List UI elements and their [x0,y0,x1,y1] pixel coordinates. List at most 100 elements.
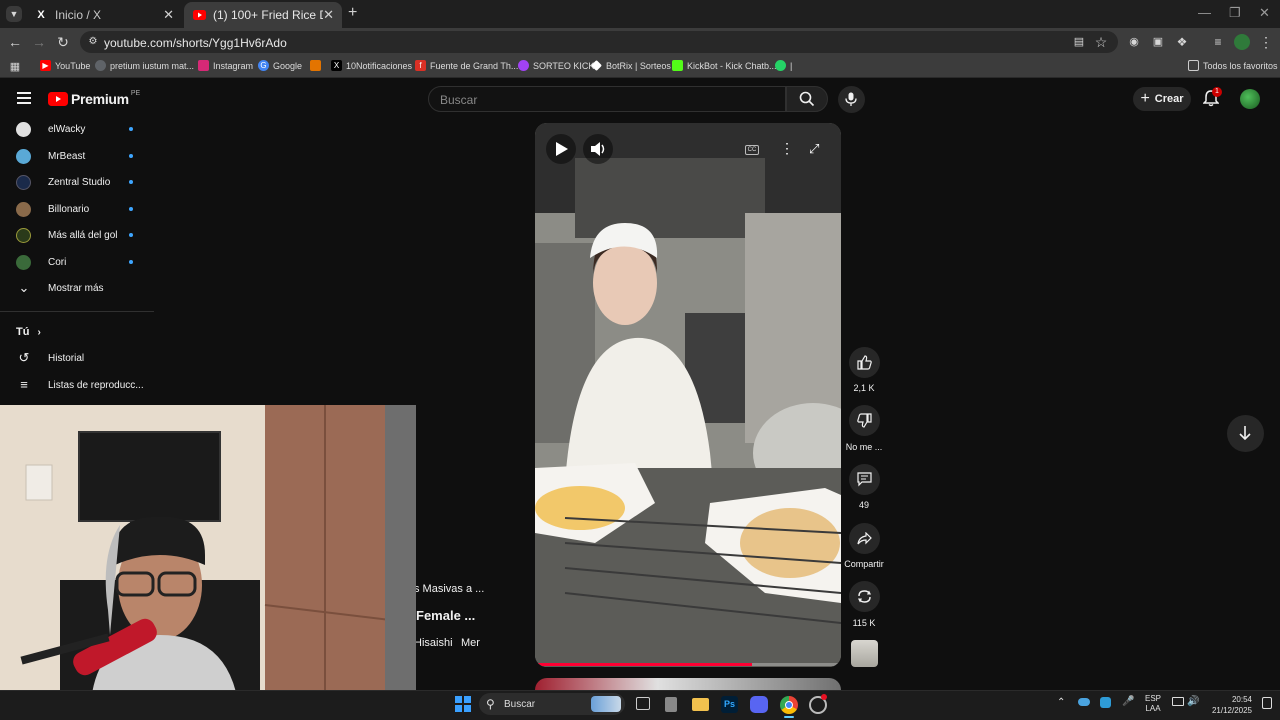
subscription-item[interactable]: Billonario [16,199,89,219]
tab-search-chevron-icon[interactable]: ▼ [6,6,22,22]
discord-icon[interactable] [750,696,768,713]
youtube-premium-logo[interactable]: Premium PE [48,90,140,107]
new-content-dot [129,207,133,211]
search-button[interactable] [786,86,828,112]
subscription-item[interactable]: Zentral Studio [16,172,110,192]
captions-icon[interactable]: CC [745,145,759,155]
microphone-tray-icon[interactable]: 🎤 [1122,696,1134,707]
app-icon[interactable] [665,697,677,712]
share-button[interactable] [849,523,880,554]
channel-avatar [16,201,31,217]
back-icon[interactable]: ← [7,34,23,50]
next-short-button[interactable] [1227,415,1264,452]
subscription-item[interactable]: Cori [16,252,66,272]
volume-icon [591,142,605,156]
like-button[interactable] [849,347,880,378]
reload-icon[interactable]: ↻ [55,34,71,50]
pinwheel-icon [310,60,321,71]
bookmark-botrix[interactable]: BotRix | Sorteos [591,60,671,71]
install-app-icon[interactable]: ▤ [1071,34,1087,50]
search-input[interactable] [428,86,786,112]
chrome-icon[interactable] [780,696,798,714]
language-indicator[interactable]: ESP LAA [1145,694,1161,714]
reading-list-icon[interactable]: ≡ [1210,34,1226,50]
sorteo-icon [518,60,529,71]
clock[interactable]: 20:54 21/12/2025 [1208,694,1252,716]
subscription-item[interactable]: MrBeast [16,146,85,166]
audio-source-thumbnail[interactable] [851,640,878,667]
photoshop-icon[interactable]: Ps [721,696,738,713]
search-highlight-icon [591,696,621,712]
search-icon [799,91,815,107]
windows-start-icon[interactable] [455,696,471,712]
notifications-button[interactable]: 1 [1202,87,1222,108]
short-video-player[interactable]: CC ⋮ ⤢ [535,123,841,667]
minimize-icon[interactable]: — [1198,5,1211,20]
chrome-menu-icon[interactable]: ⋮ [1258,34,1274,50]
browser-tab-youtube[interactable]: (1) 100+ Fried Rice Daily! Watc ✕ [184,2,342,28]
subscription-item[interactable]: elWacky [16,119,85,139]
bookmark-google[interactable]: G Google [258,60,302,71]
browser-tab-x[interactable]: X Inicio / X ✕ [26,2,182,28]
profile-avatar-icon[interactable] [1234,34,1250,50]
play-button[interactable] [546,134,576,164]
bookmark-10notificaciones[interactable]: X 10Notificaciones [331,60,412,71]
background-text: Hisaishi [414,637,453,649]
fullscreen-icon[interactable]: ⤢ [809,141,819,157]
webcam-feed-image [0,405,416,720]
site-info-icon[interactable]: ⚙ [85,34,101,50]
bookmark-sorteo-kick[interactable]: SORTEO KICK [518,60,594,71]
comments-button[interactable] [849,464,880,495]
close-window-icon[interactable]: ✕ [1259,5,1270,21]
next-short-preview[interactable] [535,678,841,690]
clock-time: 20:54 [1231,695,1252,704]
file-explorer-icon[interactable] [692,698,709,711]
bookmark-star-icon[interactable]: ☆ [1093,34,1109,50]
account-avatar[interactable] [1240,89,1260,109]
bookmark-unnamed[interactable] [310,60,325,71]
voice-search-button[interactable] [838,86,865,113]
network-icon[interactable] [1172,697,1184,706]
restore-icon[interactable]: ❐ [1229,5,1241,21]
subscription-item[interactable]: Más allá del gol [16,225,117,245]
bookmark-youtube[interactable]: ▶ YouTube [40,60,90,71]
remix-icon [858,590,871,603]
show-more-button[interactable]: ⌄ Mostrar más [16,280,104,296]
sidebar-item-history[interactable]: ↺ Historial [16,350,85,366]
hamburger-menu-icon[interactable] [17,92,31,104]
onedrive-icon[interactable] [1078,698,1090,706]
channel-avatar [16,148,31,164]
show-hidden-icons[interactable]: ⌃ [1057,697,1065,708]
extensions-puzzle-icon[interactable]: ❖ [1174,34,1190,50]
notification-center-icon[interactable] [1262,697,1272,709]
volume-tray-icon[interactable]: 🔊 [1187,696,1199,707]
progress-track[interactable] [535,663,841,666]
bookmark-whatsapp[interactable]: | [775,60,792,71]
sidebar-item-playlists[interactable]: ≡ Listas de reproducc... [16,377,143,393]
close-tab-icon[interactable]: ✕ [163,7,174,23]
create-button[interactable]: + Crear [1133,87,1191,111]
youtube-icon: ▶ [40,60,51,71]
search-icon: ⚲ [486,697,495,711]
remix-button[interactable] [849,581,880,612]
background-text: Female ... [416,608,476,623]
bookmark-instagram[interactable]: Instagram [198,60,253,71]
apps-grid-icon[interactable]: ▦ [7,59,23,75]
close-tab-icon[interactable]: ✕ [323,7,334,23]
background-text: Mer [461,637,480,649]
you-section-header[interactable]: Tú › [16,326,41,338]
new-tab-icon[interactable]: + [348,4,357,22]
task-view-icon[interactable] [636,697,650,710]
dislike-button[interactable] [849,405,880,436]
url-text[interactable]: youtube.com/shorts/Ygg1Hv6rAdo [104,36,287,50]
mute-button[interactable] [583,134,613,164]
all-bookmarks[interactable]: Todos los favoritos [1188,60,1278,71]
bookmark-pretium[interactable]: pretium iustum mat... [95,60,194,71]
forward-icon[interactable]: → [31,34,47,50]
bookmark-gta-font[interactable]: f Fuente de Grand Th... [415,60,518,71]
extension-icon[interactable]: ▣ [1150,34,1166,50]
more-options-icon[interactable]: ⋮ [780,140,794,157]
extension-shield-icon[interactable]: ◉ [1126,34,1142,50]
bookmark-kickbot[interactable]: KickBot - Kick Chatb... [672,60,777,71]
security-icon[interactable] [1100,697,1111,708]
